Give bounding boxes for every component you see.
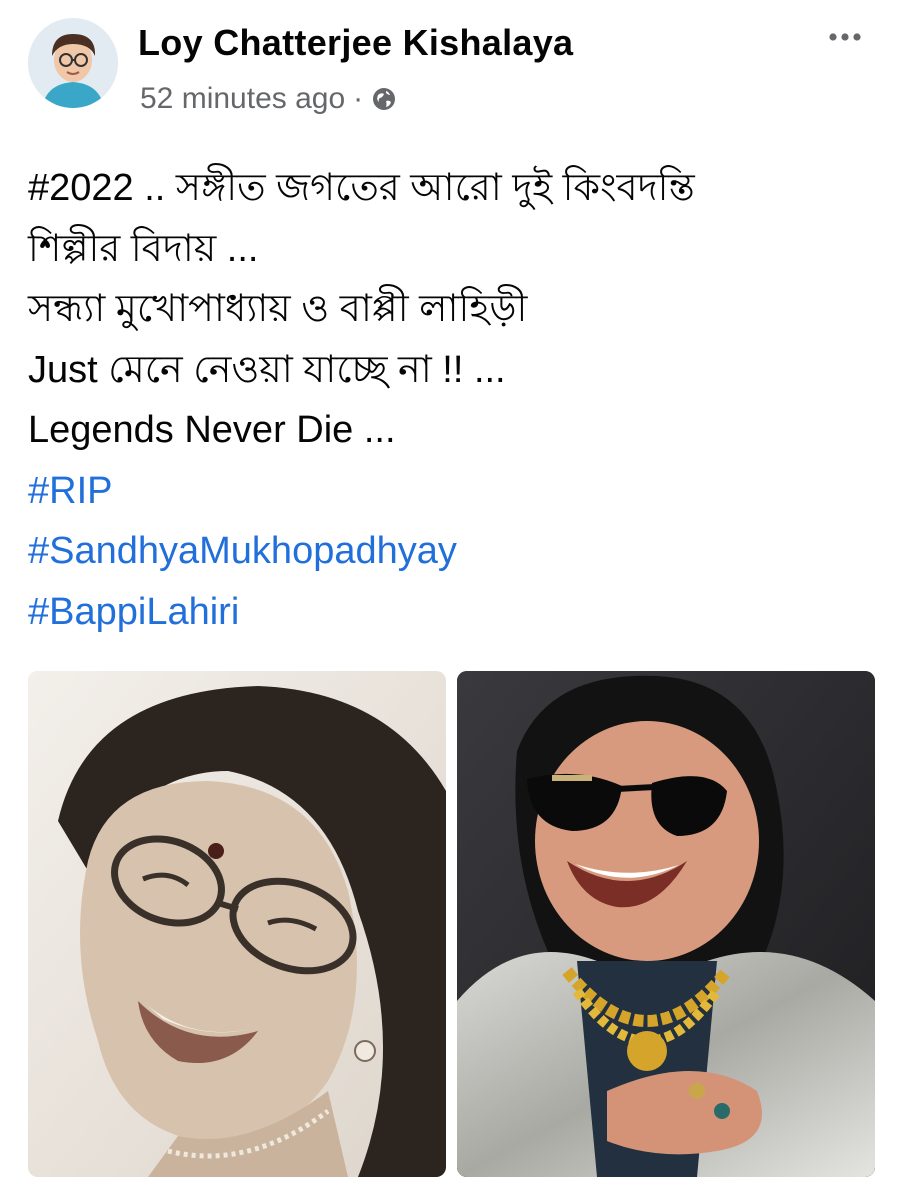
post-text-line: সন্ধ্যা মুখোপাধ্যায় ও বাপ্পী লাহিড়ী <box>28 288 528 330</box>
post-text-line: #2022 .. সঙ্গীত জগতের আরো দুই কিংবদন্তি <box>28 167 695 209</box>
post-text-line: Legends Never Die ... <box>28 409 396 451</box>
author-avatar[interactable] <box>28 18 118 108</box>
more-horizontal-icon <box>829 33 861 41</box>
post-text-line: Just মেনে নেওয়া যাচ্ছে না !! ... <box>28 348 506 391</box>
post-options-button[interactable] <box>820 22 870 52</box>
post-photo-right[interactable] <box>457 671 875 1177</box>
hashtag-link-sandhyamukhopadhyay[interactable]: #SandhyaMukhopadhyay <box>28 521 878 582</box>
post-text-line: শিল্পীর বিদায় ... <box>28 227 259 270</box>
post-photo-left[interactable] <box>28 671 446 1177</box>
post-meta: 52 minutes ago · <box>140 82 397 116</box>
globe-icon[interactable] <box>371 86 397 112</box>
hashtag-link-bappilahiri[interactable]: #BappiLahiri <box>28 582 878 643</box>
meta-separator: · <box>353 82 364 115</box>
hashtag-link-rip[interactable]: #RIP <box>28 461 878 522</box>
post-text: #2022 .. সঙ্গীত জগতের আরো দুই কিংবদন্তি … <box>28 158 878 642</box>
facebook-post: Loy Chatterjee Kishalaya 52 minutes ago … <box>0 0 902 1200</box>
post-header: Loy Chatterjee Kishalaya 52 minutes ago … <box>28 18 878 118</box>
author-name[interactable]: Loy Chatterjee Kishalaya <box>138 22 573 64</box>
post-timestamp[interactable]: 52 minutes ago <box>140 82 345 116</box>
